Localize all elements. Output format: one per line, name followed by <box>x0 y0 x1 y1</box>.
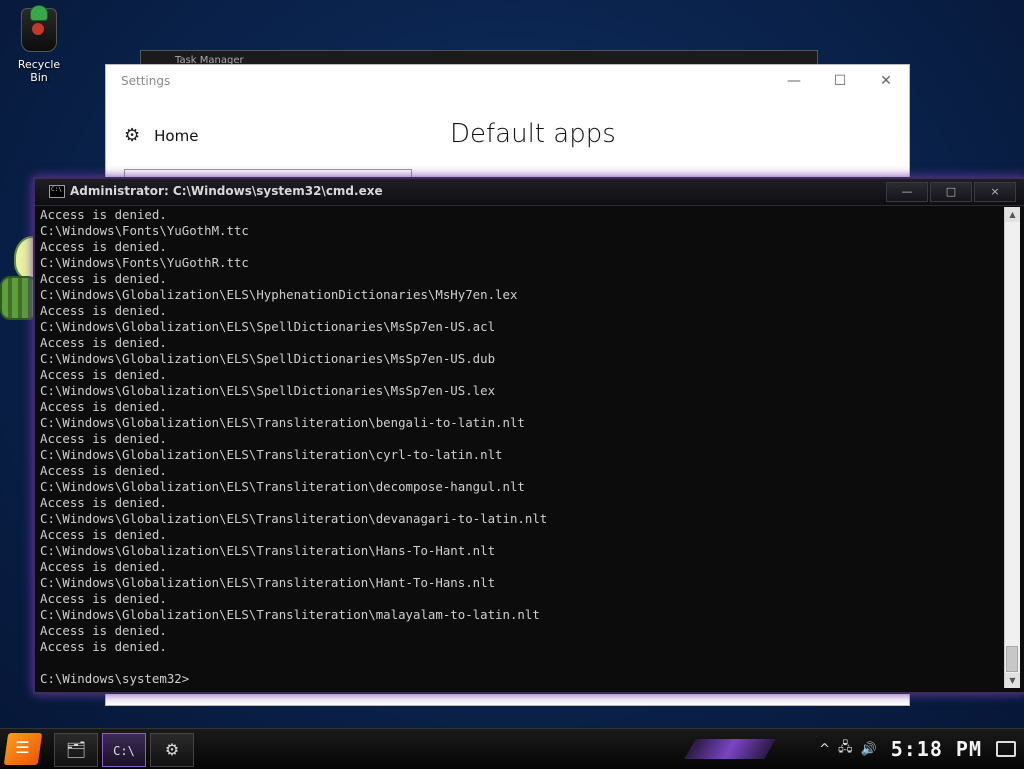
cmd-output-line: C:\Windows\Fonts\YuGothM.ttc <box>40 223 249 238</box>
cmd-output-line: Access is denied. <box>40 623 167 638</box>
page-title: Default apps <box>450 119 616 149</box>
cmd-output-line: C:\Windows\Fonts\YuGothR.ttc <box>40 255 249 270</box>
file-explorer-button[interactable]: 🗂 <box>54 733 98 767</box>
scroll-up-arrow-icon[interactable]: ▲ <box>1005 207 1020 222</box>
cmd-output-line: Access is denied. <box>40 639 167 654</box>
cmd-maximize-button[interactable]: □ <box>930 182 972 202</box>
settings-maximize-button[interactable]: ☐ <box>817 65 863 97</box>
settings-window-title: Settings <box>121 74 171 88</box>
volume-icon[interactable]: 🔊 <box>861 742 877 757</box>
cmd-output-line: C:\Windows\Globalization\ELS\SpellDictio… <box>40 351 496 366</box>
cmd-scrollbar[interactable]: ▲ ▼ <box>1004 207 1020 688</box>
scroll-down-arrow-icon[interactable]: ▼ <box>1005 673 1020 688</box>
cmd-output-line: Access is denied. <box>40 527 167 542</box>
chevron-up-icon[interactable]: ^ <box>819 742 830 757</box>
cmd-output-line: C:\Windows\Globalization\ELS\Translitera… <box>40 511 548 526</box>
cmd-output-line: Access is denied. <box>40 399 167 414</box>
cmd-output-line: Access is denied. <box>40 239 167 254</box>
cmd-output-line: C:\Windows\Globalization\ELS\Translitera… <box>40 447 503 462</box>
cmd-output-line: C:\Windows\Globalization\ELS\Hyphenation… <box>40 287 518 302</box>
cmd-taskbar-button[interactable]: C:\ <box>102 733 146 767</box>
network-icon[interactable]: 🖧 <box>838 738 853 760</box>
cmd-output[interactable]: Access is denied. C:\Windows\Fonts\YuGoth… <box>40 207 1002 688</box>
cmd-output-line: Access is denied. <box>40 463 167 478</box>
cmd-output-line: Access is denied. <box>40 367 167 382</box>
cmd-output-line: C:\Windows\Globalization\ELS\SpellDictio… <box>40 319 496 334</box>
settings-home-label: Home <box>154 127 199 145</box>
file-explorer-icon: 🗂 <box>65 740 87 759</box>
start-button[interactable] <box>3 733 43 765</box>
settings-gear-icon: ⚙ <box>164 740 180 759</box>
cmd-output-line: C:\Windows\Globalization\ELS\Translitera… <box>40 479 525 494</box>
settings-minimize-button[interactable]: — <box>771 65 817 97</box>
console-icon <box>49 185 65 198</box>
cmd-output-line: Access is denied. <box>40 559 167 574</box>
cmd-output-line: Access is denied. <box>40 271 167 286</box>
settings-window-controls: — ☐ ✕ <box>771 65 909 97</box>
cmd-window[interactable]: Administrator: C:\Windows\system32\cmd.e… <box>33 177 1024 694</box>
cmd-window-title: Administrator: C:\Windows\system32\cmd.e… <box>70 184 383 198</box>
cmd-output-line: C:\Windows\system32> <box>40 671 190 686</box>
cmd-minimize-button[interactable]: — <box>886 182 928 202</box>
cmd-output-line: Access is denied. <box>40 591 167 606</box>
recycle-bin-label: Recycle Bin <box>17 58 61 84</box>
cmd-output-line: Access is denied. <box>40 303 167 318</box>
gear-icon: ⚙ <box>124 125 141 146</box>
settings-taskbar-button[interactable]: ⚙ <box>150 733 194 767</box>
cmd-output-line: Access is denied. <box>40 495 167 510</box>
clock[interactable]: 5:18 PM <box>891 737 982 761</box>
cmd-output-line: C:\Windows\Globalization\ELS\Translitera… <box>40 543 496 558</box>
cmd-output-line <box>40 655 1002 671</box>
cmd-icon: C:\ <box>113 744 135 758</box>
cmd-output-line: C:\Windows\Globalization\ELS\Translitera… <box>40 607 540 622</box>
recycle-bin-shortcut[interactable]: Recycle Bin <box>8 5 70 84</box>
settings-home-link[interactable]: ⚙ Home <box>124 125 199 146</box>
settings-close-button[interactable]: ✕ <box>863 65 909 97</box>
cmd-output-line: C:\Windows\Globalization\ELS\Translitera… <box>40 575 496 590</box>
cmd-window-controls: — □ × <box>886 182 1016 202</box>
taskbar-decoration <box>684 739 776 759</box>
recycle-bin-icon <box>21 5 57 52</box>
notification-icon[interactable] <box>996 741 1016 757</box>
cmd-output-line: Access is denied. <box>40 207 167 222</box>
cmd-output-line: Access is denied. <box>40 431 167 446</box>
cmd-titlebar[interactable]: Administrator: C:\Windows\system32\cmd.e… <box>35 179 1024 206</box>
cmd-output-line: Access is denied. <box>40 335 167 350</box>
scrollbar-thumb[interactable] <box>1006 646 1018 672</box>
taskbar: 🗂 C:\ ⚙ ^ 🖧 🔊 5:18 PM <box>0 728 1024 769</box>
cmd-output-line: C:\Windows\Globalization\ELS\SpellDictio… <box>40 383 496 398</box>
system-tray: ^ 🖧 🔊 5:18 PM <box>819 729 1016 769</box>
cmd-close-button[interactable]: × <box>974 182 1016 202</box>
cmd-output-line: C:\Windows\Globalization\ELS\Translitera… <box>40 415 525 430</box>
